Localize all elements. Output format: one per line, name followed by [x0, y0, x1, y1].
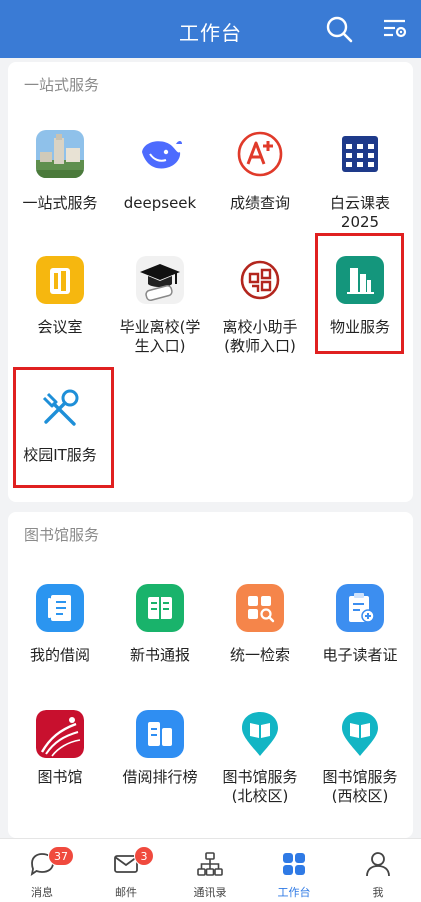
grid-search-icon	[236, 584, 284, 632]
tab-label: 消息	[31, 886, 53, 899]
location-book-icon	[336, 710, 384, 758]
tab-label: 我	[372, 886, 384, 899]
graduation-cap-icon	[136, 256, 184, 304]
library-item-borrow-ranking[interactable]: 借阅排行榜	[110, 710, 210, 820]
meeting-room-icon	[36, 256, 84, 304]
item-label: 成绩查询	[229, 194, 290, 212]
bottom-tab-bar: 37 消息 3 邮件 通讯录 工作台 我	[0, 838, 421, 902]
item-label: 统一检索	[229, 646, 290, 664]
service-item-meeting-room[interactable]: 会议室	[10, 256, 110, 366]
library-app-icon	[36, 710, 84, 758]
item-label: deepseek	[123, 194, 197, 212]
open-book-icon	[136, 584, 184, 632]
section-title: 一站式服务	[24, 76, 100, 94]
grade-a-plus-icon	[236, 130, 284, 178]
service-item-one-stop[interactable]: 一站式服务	[10, 130, 110, 230]
tab-mail[interactable]: 3 邮件	[84, 839, 168, 902]
item-label: 毕业离校(学 生入口)	[119, 318, 201, 355]
library-item-west-campus[interactable]: 图书馆服务 (西校区)	[310, 710, 410, 820]
book-notes-icon	[36, 584, 84, 632]
search-icon[interactable]	[325, 15, 353, 43]
service-item-timetable[interactable]: 白云课表 2025	[310, 130, 410, 231]
calendar-icon	[336, 130, 384, 178]
item-label: 白云课表 2025	[329, 194, 390, 231]
item-label: 一站式服务	[22, 194, 98, 212]
library-item-north-campus[interactable]: 图书馆服务 (北校区)	[210, 710, 310, 820]
campus-photo-icon	[36, 130, 84, 178]
location-book-icon	[236, 710, 284, 758]
service-item-graduation-leave[interactable]: 毕业离校(学 生入口)	[110, 256, 210, 366]
tab-contacts[interactable]: 通讯录	[168, 839, 252, 902]
tab-me[interactable]: 我	[336, 839, 420, 902]
filter-settings-icon[interactable]	[381, 15, 409, 43]
library-item-my-borrow[interactable]: 我的借阅	[10, 584, 110, 674]
library-item-reader-card[interactable]: 电子读者证	[310, 584, 410, 674]
service-item-leave-assistant[interactable]: 离校小助手 (教师入口)	[210, 256, 310, 366]
tab-messages[interactable]: 37 消息	[0, 839, 84, 902]
item-label: 图书馆	[37, 768, 83, 786]
library-item-library[interactable]: 图书馆	[10, 710, 110, 820]
highlight-box-property	[315, 233, 404, 354]
item-label: 离校小助手 (教师入口)	[222, 318, 298, 355]
service-item-grade-query[interactable]: 成绩查询	[210, 130, 310, 230]
grid-apps-icon	[283, 853, 305, 875]
tab-workbench[interactable]: 工作台	[252, 839, 336, 902]
ranking-bars-icon	[136, 710, 184, 758]
top-bar: 工作台	[0, 0, 421, 58]
library-services-card: 图书馆服务 我的借阅 新书通报 统一检索 电子读者证 图书馆 借阅排行榜 图书馆…	[8, 512, 413, 838]
item-label: 借阅排行榜	[122, 768, 198, 786]
library-item-new-books[interactable]: 新书通报	[110, 584, 210, 674]
item-label: 我的借阅	[29, 646, 90, 664]
user-icon	[366, 852, 390, 877]
whale-icon	[136, 130, 184, 178]
tab-label: 通讯录	[193, 886, 227, 899]
item-label: 图书馆服务 (西校区)	[322, 768, 398, 805]
clipboard-plus-icon	[336, 584, 384, 632]
org-chart-icon	[197, 852, 223, 876]
tab-label: 工作台	[277, 886, 311, 899]
unread-badge: 37	[48, 846, 74, 866]
library-item-unified-search[interactable]: 统一检索	[210, 584, 310, 674]
item-label: 图书馆服务 (北校区)	[222, 768, 298, 805]
item-label: 新书通报	[129, 646, 190, 664]
unread-badge: 3	[134, 846, 154, 866]
page-title: 工作台	[179, 21, 242, 45]
item-label: 会议室	[37, 318, 83, 336]
item-label: 电子读者证	[322, 646, 398, 664]
tab-label: 邮件	[115, 886, 137, 899]
seal-emblem-icon	[236, 256, 284, 304]
section-title: 图书馆服务	[24, 526, 100, 544]
highlight-box-campus-it	[13, 367, 114, 488]
service-item-deepseek[interactable]: deepseek	[110, 130, 210, 230]
